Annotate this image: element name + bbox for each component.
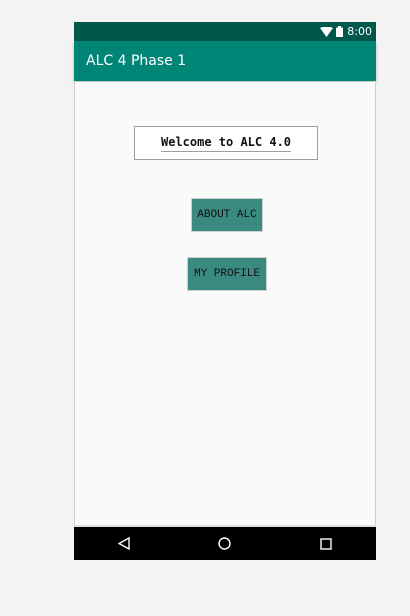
welcome-field: Welcome to ALC 4.0 (134, 126, 318, 160)
status-time: 8:00 (347, 25, 372, 38)
phone-screen: 8:00 ALC 4 Phase 1 Welcome to ALC 4.0 AB… (74, 22, 376, 560)
back-icon[interactable] (104, 529, 144, 559)
status-bar: 8:00 (74, 22, 376, 41)
main-content: Welcome to ALC 4.0 ABOUT ALC MY PROFILE (74, 82, 376, 525)
app-title: ALC 4 Phase 1 (86, 53, 187, 69)
wifi-icon (320, 26, 334, 37)
welcome-text: Welcome to ALC 4.0 (160, 135, 292, 152)
app-bar: ALC 4 Phase 1 (74, 41, 376, 81)
navigation-bar (74, 525, 376, 560)
about-alc-button[interactable]: ABOUT ALC (191, 198, 263, 232)
my-profile-button[interactable]: MY PROFILE (187, 257, 267, 291)
battery-icon (336, 26, 344, 37)
recents-icon[interactable] (306, 529, 346, 559)
home-icon[interactable] (205, 529, 245, 559)
